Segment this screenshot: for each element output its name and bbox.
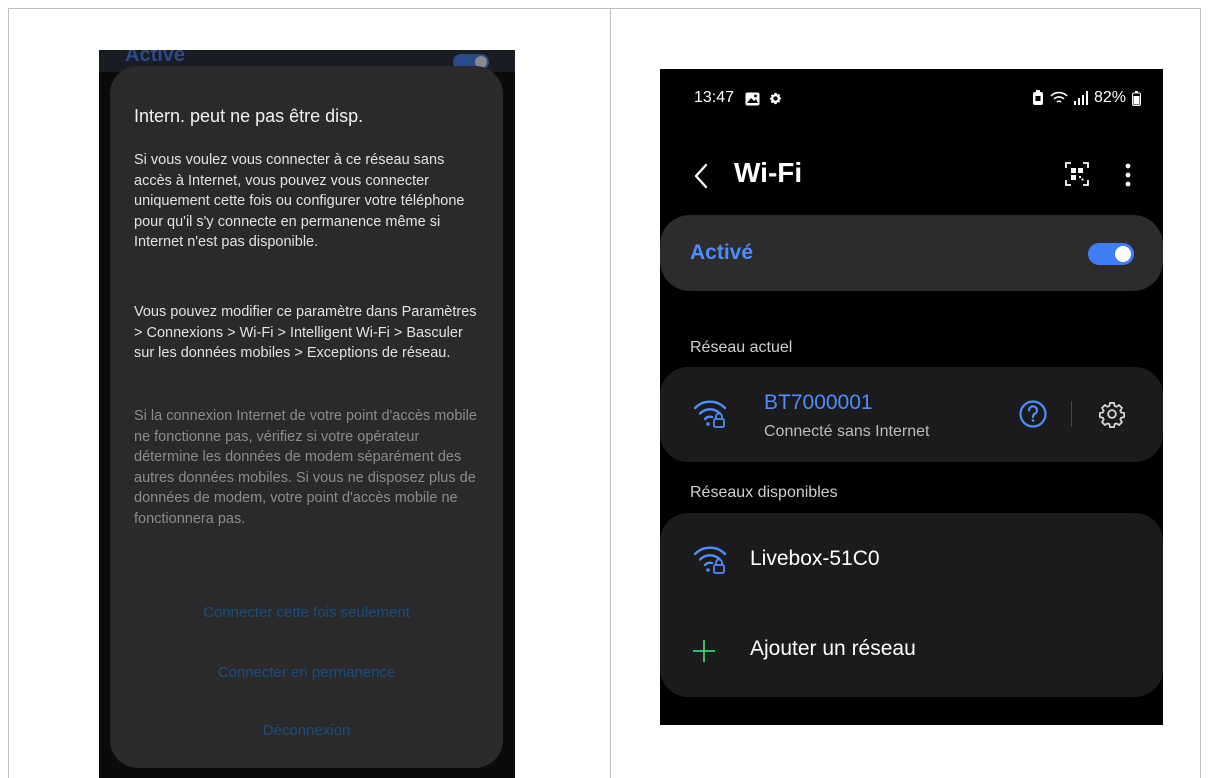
status-right-icons: 82% (1032, 89, 1141, 107)
wifi-switch[interactable] (1088, 243, 1134, 265)
wifi-toggle-card[interactable]: Activé (660, 215, 1163, 291)
battery-percent: 82% (1093, 89, 1126, 106)
battery-saver-icon (1032, 90, 1043, 105)
wifi-settings-screenshot: 13:47 82% Wi-Fi Activé Réseau actuel BT7… (660, 69, 1163, 725)
available-network-name: Livebox-51C0 (750, 547, 880, 570)
wifi-lock-icon (693, 400, 727, 428)
current-network-card[interactable]: BT7000001 Connecté sans Internet (660, 367, 1163, 462)
dialog-paragraph-2: Vous pouvez modifier ce paramètre dans P… (134, 304, 477, 361)
dialog-title: Intern. peut ne pas être disp. (134, 106, 364, 126)
gallery-icon (745, 92, 760, 105)
no-internet-dialog: Intern. peut ne pas être disp. Si vous v… (110, 66, 503, 768)
question-help-icon[interactable] (1018, 399, 1048, 429)
signal-icon (1073, 91, 1088, 105)
action-separator (1071, 401, 1072, 427)
network-list-item[interactable]: Livebox-51C0 (660, 513, 1163, 605)
current-network-section-label: Réseau actuel (690, 339, 793, 356)
background-toggle-label: Activé (125, 50, 186, 66)
dialog-screenshot: Activé Intern. peut ne pas être disp. Si… (99, 50, 515, 778)
wifi-toggle-label: Activé (690, 241, 754, 264)
disconnect-button[interactable]: Déconnexion (110, 722, 503, 739)
status-left-icons (745, 91, 783, 106)
add-network-label: Ajouter un réseau (750, 637, 916, 660)
wifi-lock-icon (693, 546, 727, 574)
dialog-paragraph-1: Si vous voulez vous connecter à ce résea… (134, 152, 465, 250)
current-network-status: Connecté sans Internet (764, 423, 930, 440)
page-title: Wi-Fi (734, 157, 803, 188)
current-network-name: BT7000001 (764, 391, 873, 414)
connect-once-button[interactable]: Connecter cette fois seulement (110, 604, 503, 621)
more-options-icon[interactable] (1122, 161, 1134, 189)
network-settings-gear-icon[interactable] (1098, 400, 1126, 428)
wifi-switch-knob (1115, 246, 1131, 262)
connect-always-button[interactable]: Connecter en permanence (110, 664, 503, 681)
table-cell-divider (610, 8, 611, 778)
available-networks-card: Livebox-51C0 Ajouter un réseau (660, 513, 1163, 697)
add-network-button[interactable]: Ajouter un réseau (660, 605, 1163, 697)
back-chevron-icon[interactable] (690, 161, 712, 191)
qr-code-scan-icon[interactable] (1064, 161, 1090, 187)
dialog-paragraph-3: Si la connexion Internet de votre point … (134, 408, 477, 527)
settings-gear-status-icon (769, 92, 782, 105)
plus-icon (693, 640, 715, 662)
wifi-status-icon (1050, 91, 1068, 103)
battery-icon (1132, 90, 1141, 106)
status-time: 13:47 (694, 89, 735, 106)
available-networks-section-label: Réseaux disponibles (690, 484, 838, 501)
